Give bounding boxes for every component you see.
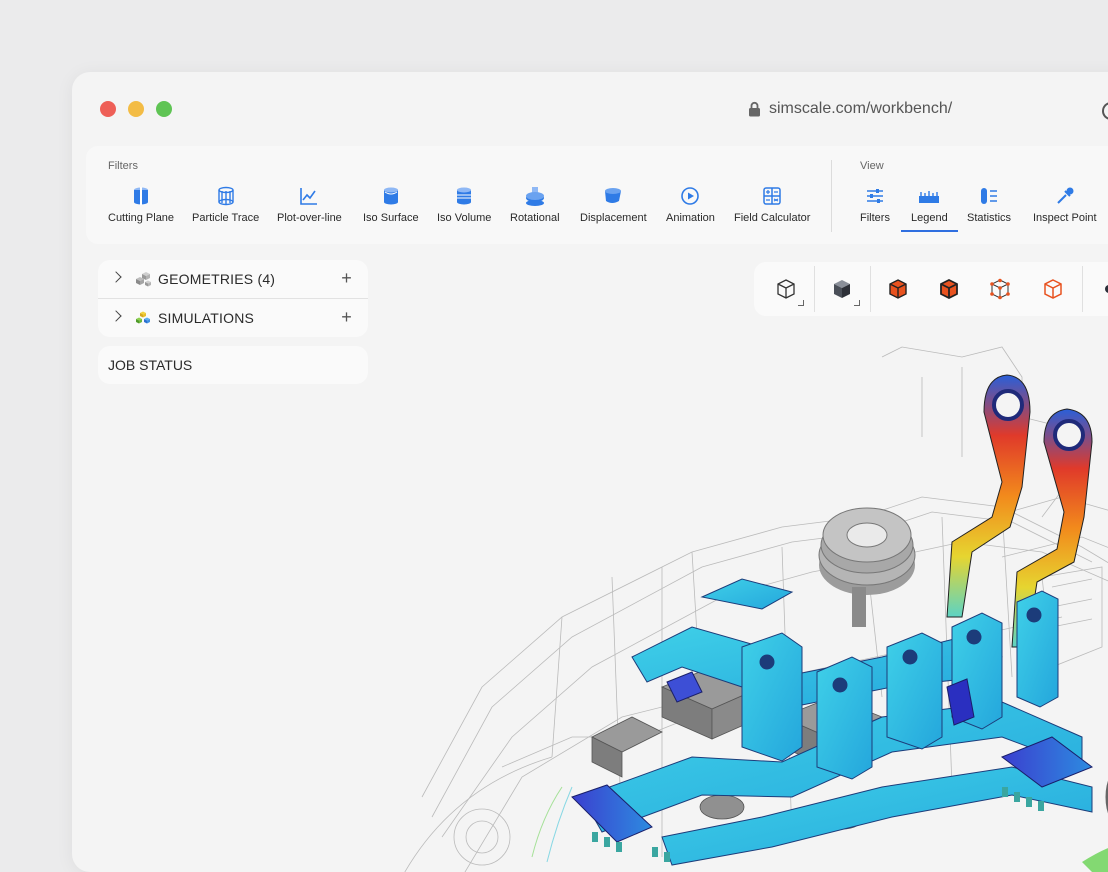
reload-icon[interactable] — [1102, 102, 1108, 120]
solid-cube-view-button[interactable] — [828, 275, 856, 303]
field-calculator-icon — [760, 184, 784, 208]
view-filters-label: Filters — [860, 212, 890, 224]
iso-volume-label: Iso Volume — [437, 212, 492, 224]
iso-volume-icon — [452, 184, 476, 208]
url-text: simscale.com/workbench/ — [769, 100, 953, 117]
displacement-button[interactable]: Displacement — [580, 184, 647, 224]
plot-over-line-button[interactable]: Plot-over-line — [277, 184, 342, 224]
cube-solid-icon — [834, 280, 850, 298]
iso-surface-button[interactable]: Iso Surface — [363, 184, 419, 224]
browser-window: simscale.com/workbench/ Filters View Cut… — [72, 72, 1108, 872]
inspect-point-icon — [1053, 184, 1077, 208]
close-window-button[interactable] — [100, 101, 116, 117]
job-status-panel[interactable]: JOB STATUS — [98, 346, 368, 384]
animation-icon — [678, 184, 702, 208]
filters-sliders-icon — [863, 184, 887, 208]
rotational-label: Rotational — [510, 212, 560, 224]
filters-section-label: Filters — [108, 160, 138, 172]
statistics-label: Statistics — [967, 212, 1012, 224]
legend-icon — [917, 184, 941, 208]
camera-icon — [1105, 285, 1108, 293]
field-calculator-label: Field Calculator — [734, 212, 811, 224]
chevron-right-icon[interactable] — [110, 271, 122, 283]
simulations-icon — [136, 311, 150, 324]
maximize-window-button[interactable] — [156, 101, 172, 117]
cutting-plane-icon — [129, 184, 153, 208]
minimize-window-button[interactable] — [128, 101, 144, 117]
cutting-plane-button[interactable]: Cutting Plane — [108, 184, 174, 224]
view-section-label: View — [860, 160, 884, 172]
cube-orange-outline-icon — [1044, 279, 1062, 299]
tree-item-simulations[interactable]: SIMULATIONS + — [98, 298, 368, 337]
statistics-icon — [977, 184, 1001, 208]
cutting-plane-label: Cutting Plane — [108, 212, 175, 224]
surface-view-button[interactable] — [935, 275, 963, 303]
plot-over-line-icon — [297, 184, 321, 208]
simulations-label: SIMULATIONS — [158, 310, 255, 326]
view-filters-button[interactable]: Filters — [860, 184, 890, 224]
inspect-point-button[interactable]: Inspect Point — [1033, 184, 1097, 224]
geometries-icon — [136, 272, 151, 287]
animation-button[interactable]: Animation — [666, 184, 715, 224]
add-simulation-button[interactable]: + — [341, 308, 352, 326]
view-mode-toolbar — [754, 262, 1108, 316]
cube-outline-icon — [777, 279, 795, 299]
more-view-options-button[interactable] — [1092, 275, 1108, 303]
inspect-point-label: Inspect Point — [1033, 212, 1097, 224]
post-processing-toolbar: Filters View Cutting Plane Particle Trac… — [86, 146, 1108, 244]
geometries-count: (4) — [257, 271, 276, 287]
job-status-label: JOB STATUS — [108, 357, 193, 373]
displacement-icon — [601, 184, 625, 208]
iso-surface-label: Iso Surface — [363, 212, 419, 224]
cube-orange-edges-icon — [889, 279, 907, 299]
wireframe-cube-view-button[interactable] — [772, 275, 800, 303]
particle-trace-button[interactable]: Particle Trace — [192, 184, 259, 224]
cube-orange-icon — [940, 278, 958, 300]
simulation-tree: GEOMETRIES (4) + SIMULATIONS + — [98, 260, 368, 337]
iso-surface-icon — [379, 184, 403, 208]
add-geometry-button[interactable]: + — [341, 269, 352, 287]
outline-edges-view-button[interactable] — [1039, 275, 1067, 303]
coil-component — [818, 507, 916, 627]
iso-volume-button[interactable]: Iso Volume — [437, 184, 491, 224]
particle-trace-label: Particle Trace — [192, 212, 260, 224]
rotational-icon — [523, 184, 547, 208]
points-view-button[interactable] — [986, 275, 1014, 303]
cube-points-icon — [990, 278, 1010, 300]
animation-label: Animation — [666, 212, 715, 224]
statistics-button[interactable]: Statistics — [967, 184, 1011, 224]
geometries-label: GEOMETRIES — [158, 271, 254, 287]
field-calculator-button[interactable]: Field Calculator — [734, 184, 810, 224]
address-bar[interactable]: simscale.com/workbench/ — [748, 98, 952, 120]
title-bar: simscale.com/workbench/ — [72, 72, 1108, 144]
particle-trace-icon — [214, 184, 238, 208]
chevron-right-icon[interactable] — [110, 310, 122, 322]
toolbar-divider — [831, 160, 832, 232]
displacement-label: Displacement — [580, 212, 647, 224]
legend-label: Legend — [911, 212, 948, 224]
legend-button[interactable]: Legend — [901, 184, 958, 232]
plot-over-line-label: Plot-over-line — [277, 212, 342, 224]
surface-edges-view-button[interactable] — [884, 275, 912, 303]
simulation-3d-view[interactable] — [362, 317, 1108, 872]
lock-icon — [749, 101, 760, 117]
rotational-button[interactable]: Rotational — [510, 184, 560, 224]
tree-item-geometries[interactable]: GEOMETRIES (4) + — [98, 260, 368, 298]
